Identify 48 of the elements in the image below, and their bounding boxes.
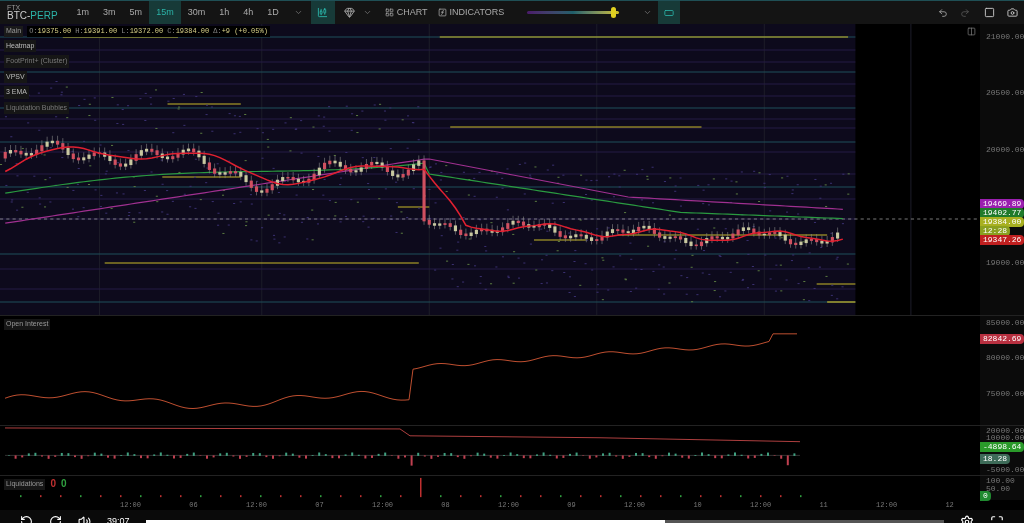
- axis-label: 20500.00: [986, 88, 1024, 98]
- timeframe-tab[interactable]: 4h: [236, 0, 261, 25]
- axis-label: 85000.00: [986, 318, 1024, 328]
- timeframe-tab[interactable]: 5m: [122, 0, 150, 25]
- caret-icon[interactable]: [643, 8, 653, 17]
- axis-label: -5000.00: [986, 465, 1024, 475]
- undo-icon[interactable]: [938, 7, 948, 18]
- chart-button[interactable]: CHART: [379, 5, 433, 20]
- axis-label: 19000.00: [986, 258, 1024, 268]
- symbol-label[interactable]: BTC-PERP: [7, 11, 58, 21]
- axis-label: 20000.00: [986, 426, 1024, 435]
- price-tag: 19384.00: [980, 217, 1024, 227]
- axis-label: 20000.00: [986, 145, 1024, 155]
- axis-label: 80000.00: [986, 353, 1024, 363]
- progress-track[interactable]: [145, 520, 944, 523]
- candlestick-button[interactable]: [310, 0, 335, 25]
- playback-time: 39:07: [107, 514, 130, 523]
- timeframe-tab[interactable]: 1h: [212, 0, 237, 25]
- gem-icon[interactable]: [343, 7, 355, 18]
- layout-icon[interactable]: [967, 27, 976, 36]
- timeframe-tab[interactable]: 15m: [149, 0, 181, 25]
- function-icon: [437, 8, 447, 17]
- axis-label: 21000.00: [986, 32, 1024, 42]
- slider-thumb[interactable]: [610, 7, 616, 18]
- axis-label: 10000.00: [986, 433, 1024, 443]
- axis-label: 100.00: [986, 476, 1015, 486]
- camera-icon[interactable]: [1007, 7, 1018, 18]
- candlestick-icon: [317, 7, 329, 18]
- axis-label: 50.00: [986, 484, 1010, 493]
- timeframe-tab[interactable]: 3m: [96, 0, 123, 25]
- liquidation-count: 0: [60, 479, 67, 490]
- timeframe-tab[interactable]: 1m: [69, 0, 97, 25]
- indicators-button[interactable]: INDICATORS: [432, 5, 510, 20]
- price-tag: 82842.69: [980, 334, 1024, 344]
- caret-icon[interactable]: [293, 8, 303, 17]
- price-tag: 19347.26: [980, 235, 1024, 245]
- price-tag: 18.28: [980, 454, 1010, 464]
- grid-icon: [384, 8, 394, 17]
- liquidation-count: 0: [50, 479, 56, 490]
- toggle-button[interactable]: [658, 0, 681, 25]
- rectangle-icon: [664, 7, 675, 18]
- axis-label: 75000.00: [986, 389, 1024, 399]
- square-icon[interactable]: [984, 7, 995, 18]
- timeframe-tab[interactable]: 30m: [180, 0, 213, 25]
- caret-icon[interactable]: [362, 8, 372, 17]
- price-tag: -4898.64: [980, 442, 1024, 452]
- price-tag: 0: [980, 491, 991, 501]
- timeframe-tab[interactable]: 1D: [260, 0, 286, 25]
